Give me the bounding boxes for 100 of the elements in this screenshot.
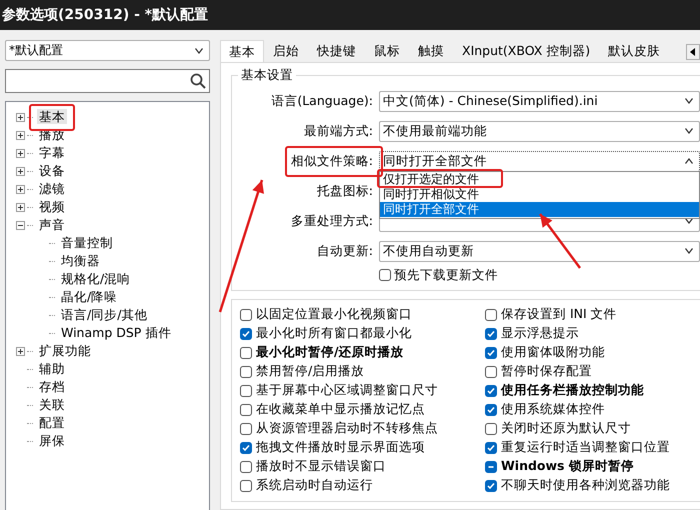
tab[interactable]: 启始 bbox=[264, 40, 308, 62]
checkmark-icon bbox=[487, 348, 495, 356]
tree-item[interactable]: 关联 bbox=[37, 396, 67, 414]
tree-item[interactable]: 语言/同步/其他 bbox=[59, 306, 150, 324]
checkmark-icon bbox=[487, 482, 495, 490]
caret-icon[interactable] bbox=[685, 158, 693, 164]
tree-item[interactable]: 基本 bbox=[37, 108, 67, 124]
tab[interactable]: 快捷键 bbox=[308, 40, 365, 62]
tab-scroll-button[interactable] bbox=[686, 44, 700, 60]
caret-icon[interactable] bbox=[685, 128, 693, 134]
checkbox-label: Windows 锁屏时暂停 bbox=[501, 458, 634, 475]
profile-dropdown[interactable]: *默认配置 bbox=[5, 40, 210, 61]
dropdown[interactable]: 中文(简体) - Chinese(Simplified).ini bbox=[379, 90, 700, 112]
dropdown[interactable]: 不使用自动更新 bbox=[379, 240, 700, 262]
checkbox[interactable] bbox=[240, 422, 252, 434]
checkmark-icon bbox=[242, 330, 250, 338]
checkmark-icon bbox=[487, 406, 495, 414]
dropdown[interactable]: 同时打开全部文件 bbox=[379, 150, 700, 172]
tab[interactable]: 基本 bbox=[220, 40, 264, 62]
checkbox[interactable] bbox=[240, 442, 252, 454]
tree-item[interactable]: 滤镜 bbox=[37, 180, 67, 198]
checkbox[interactable] bbox=[485, 366, 497, 378]
tree-item[interactable]: 屏保 bbox=[37, 432, 67, 450]
checkbox[interactable] bbox=[240, 460, 252, 472]
checkbox[interactable] bbox=[240, 346, 252, 358]
checkbox-label: 拖拽文件播放时显示界面选项 bbox=[256, 439, 425, 456]
expand-icon[interactable] bbox=[16, 148, 25, 158]
caret-icon[interactable] bbox=[685, 248, 693, 254]
expand-icon[interactable] bbox=[16, 184, 25, 194]
tree-item[interactable]: 辅助 bbox=[37, 360, 67, 378]
caret-icon[interactable] bbox=[685, 98, 693, 104]
checkbox[interactable] bbox=[240, 384, 252, 396]
highlight-box bbox=[29, 104, 75, 130]
checkbox-label: 系统启动时自动运行 bbox=[256, 477, 373, 494]
group-title: 基本设置 bbox=[240, 67, 294, 84]
checkbox-label: 最小化时所有窗口都最小化 bbox=[256, 325, 412, 342]
caret-icon[interactable] bbox=[685, 218, 693, 224]
tree-item[interactable]: 视频 bbox=[37, 198, 67, 216]
dropdown-option[interactable]: 仅打开选定的文件 bbox=[380, 172, 699, 187]
field-label: 最前端方式: bbox=[304, 122, 373, 140]
tree-item[interactable]: 声音 bbox=[37, 216, 67, 234]
checkbox[interactable] bbox=[485, 480, 497, 492]
expand-icon[interactable] bbox=[16, 346, 25, 356]
checkbox[interactable] bbox=[485, 346, 497, 358]
checkbox[interactable] bbox=[485, 308, 497, 320]
tab[interactable]: 触摸 bbox=[409, 40, 453, 62]
checkbox[interactable] bbox=[485, 404, 497, 416]
checkbox-label: 播放时不显示错误窗口 bbox=[256, 458, 386, 475]
expand-icon[interactable] bbox=[16, 202, 25, 212]
caret-icon[interactable] bbox=[195, 48, 203, 54]
tree-item[interactable]: 均衡器 bbox=[59, 252, 102, 270]
tree-item[interactable]: Winamp DSP 插件 bbox=[59, 324, 174, 342]
checkbox[interactable] bbox=[240, 366, 252, 378]
checkbox[interactable] bbox=[485, 384, 497, 396]
search-icon[interactable] bbox=[190, 73, 206, 89]
dropdown-option[interactable]: 同时打开相似文件 bbox=[380, 187, 699, 202]
checkbox[interactable] bbox=[485, 442, 497, 454]
search-field[interactable] bbox=[5, 69, 210, 93]
checkbox-label: 显示浮悬提示 bbox=[501, 325, 579, 342]
tab[interactable]: 默认皮肤 bbox=[599, 40, 670, 62]
checkmark-icon bbox=[242, 444, 250, 452]
expand-icon[interactable] bbox=[16, 130, 25, 140]
checkmark-icon bbox=[487, 444, 495, 452]
field-label: 多重处理方式: bbox=[290, 212, 373, 230]
window-title: 参数选项(250312) - *默认配置 bbox=[0, 0, 700, 30]
checkbox-label: 在收藏菜单中显示播放记忆点 bbox=[256, 401, 425, 418]
checkbox-label: 保存设置到 INI 文件 bbox=[501, 306, 617, 323]
dropdown-option[interactable]: 同时打开全部文件 bbox=[380, 202, 699, 217]
tab[interactable]: XInput(XBOX 控制器) bbox=[453, 40, 600, 62]
tree-item[interactable]: 扩展功能 bbox=[37, 342, 93, 360]
checkbox-label: 使用窗体吸附功能 bbox=[501, 344, 605, 361]
checkbox[interactable] bbox=[240, 480, 252, 492]
checkbox-label: 不聊天时使用各种浏览器功能 bbox=[501, 477, 670, 494]
checkbox[interactable] bbox=[240, 404, 252, 416]
tree-item[interactable]: 字幕 bbox=[37, 144, 67, 162]
checkbox[interactable] bbox=[485, 460, 497, 472]
tree-item[interactable]: 存档 bbox=[37, 378, 67, 396]
checkbox[interactable] bbox=[485, 422, 497, 434]
tree-item[interactable]: 规格化/混响 bbox=[59, 270, 132, 288]
tree-item[interactable]: 音量控制 bbox=[59, 234, 115, 252]
field-label: 相似文件策略: bbox=[290, 152, 373, 168]
expand-icon[interactable] bbox=[16, 166, 25, 176]
field-label: 语言(Language): bbox=[271, 92, 373, 110]
tree-item[interactable]: 晶化/降噪 bbox=[59, 288, 120, 306]
checkbox-label: 使用系统媒体控件 bbox=[501, 401, 605, 418]
field-label: 自动更新: bbox=[316, 242, 373, 260]
tree-item[interactable]: 配置 bbox=[37, 414, 67, 432]
checkbox[interactable] bbox=[485, 328, 497, 340]
checkbox-label: 从资源管理器启动时不转移焦点 bbox=[256, 420, 438, 437]
checkbox-label: 使用任务栏播放控制功能 bbox=[501, 382, 644, 399]
checkmark-icon bbox=[487, 386, 495, 394]
checkbox[interactable] bbox=[379, 269, 391, 281]
dropdown[interactable]: 不使用最前端功能 bbox=[379, 120, 700, 142]
checkbox[interactable] bbox=[240, 328, 252, 340]
tab[interactable]: 鼠标 bbox=[365, 40, 409, 62]
checkbox[interactable] bbox=[240, 308, 252, 320]
collapse-icon[interactable] bbox=[16, 220, 25, 230]
expand-icon[interactable] bbox=[16, 112, 25, 122]
checkbox-label: 预先下载更新文件 bbox=[394, 266, 498, 284]
tree-item[interactable]: 设备 bbox=[37, 162, 67, 180]
